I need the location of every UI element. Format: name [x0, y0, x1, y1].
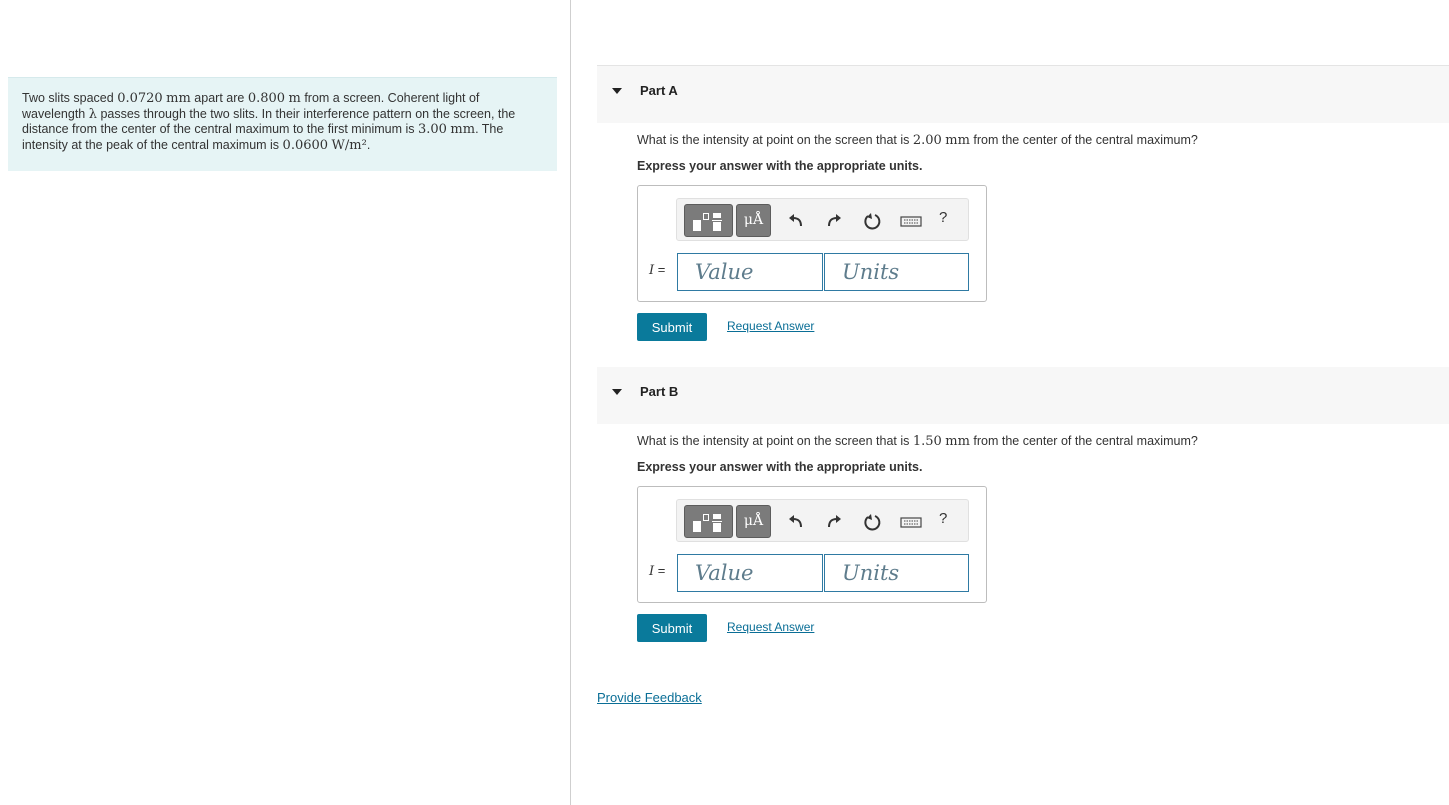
part-b-value-input[interactable]: [677, 554, 823, 592]
part-a-toolbar: μÅ ?: [676, 198, 969, 241]
provide-feedback-link[interactable]: Provide Feedback: [597, 690, 702, 705]
keyboard-icon[interactable]: [899, 512, 923, 532]
part-a-instruction: Express your answer with the appropriate…: [637, 159, 923, 173]
part-b-request-answer-link[interactable]: Request Answer: [727, 620, 814, 634]
redo-icon[interactable]: [823, 512, 843, 532]
reset-icon[interactable]: [862, 211, 882, 231]
right-pane: Part A What is the intensity at point on…: [597, 0, 1449, 805]
part-b-title: Part B: [640, 384, 679, 399]
part-a-value-input[interactable]: [677, 253, 823, 291]
part-b-question: What is the intensity at point on the sc…: [637, 434, 1198, 449]
part-b-header[interactable]: Part B: [597, 367, 1449, 424]
part-b-units-input[interactable]: [824, 554, 969, 592]
left-pane: Two slits spaced 0.0720 mm apart are 0.8…: [0, 0, 570, 805]
part-a-answer-box: μÅ ? I =: [637, 185, 987, 302]
part-b-variable-label: I =: [649, 563, 666, 579]
keyboard-icon[interactable]: [899, 211, 923, 231]
part-b-submit-button[interactable]: Submit: [637, 614, 707, 642]
part-a-submit-button[interactable]: Submit: [637, 313, 707, 341]
part-a-header[interactable]: Part A: [597, 66, 1449, 123]
reset-icon[interactable]: [862, 512, 882, 532]
pane-divider: [570, 0, 571, 805]
part-b-instruction: Express your answer with the appropriate…: [637, 460, 923, 474]
undo-icon[interactable]: [787, 211, 807, 231]
undo-icon[interactable]: [787, 512, 807, 532]
templates-icon[interactable]: [684, 204, 733, 237]
help-icon[interactable]: ?: [939, 209, 947, 226]
help-icon[interactable]: ?: [939, 510, 947, 527]
part-a-request-answer-link[interactable]: Request Answer: [727, 319, 814, 333]
templates-icon[interactable]: [684, 505, 733, 538]
part-a-variable-label: I =: [649, 262, 666, 278]
units-icon[interactable]: μÅ: [736, 204, 771, 237]
part-a-units-input[interactable]: [824, 253, 969, 291]
units-icon[interactable]: μÅ: [736, 505, 771, 538]
part-b-toolbar: μÅ ?: [676, 499, 969, 542]
collapse-triangle-icon[interactable]: [612, 389, 622, 395]
redo-icon[interactable]: [823, 211, 843, 231]
part-b-answer-box: μÅ ? I =: [637, 486, 987, 603]
part-a-title: Part A: [640, 83, 678, 98]
problem-statement: Two slits spaced 0.0720 mm apart are 0.8…: [8, 77, 557, 171]
problem-text: Two slits spaced 0.0720 mm apart are 0.8…: [22, 91, 516, 153]
part-a-question: What is the intensity at point on the sc…: [637, 133, 1198, 148]
collapse-triangle-icon[interactable]: [612, 88, 622, 94]
